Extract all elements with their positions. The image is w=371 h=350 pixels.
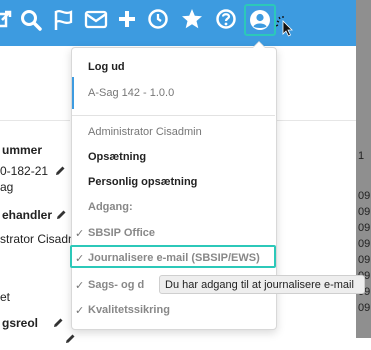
- flag-icon[interactable]: [53, 9, 75, 31]
- edit-pencil-icon[interactable]: [54, 164, 66, 182]
- field-label-handler: ehandler: [2, 208, 53, 222]
- check-icon: ✓: [75, 305, 85, 317]
- dropdown-caret: [253, 42, 265, 48]
- personal-setup-item[interactable]: Personlig opsætning: [88, 176, 197, 188]
- right-column-cell: 09: [358, 254, 371, 266]
- right-divider: [275, 120, 356, 121]
- access-header: Adgang:: [88, 201, 133, 213]
- logout-item[interactable]: Log ud: [88, 61, 125, 73]
- search-icon[interactable]: [20, 9, 42, 31]
- access-item-kvalitetssikring[interactable]: Kvalitetssikring: [88, 304, 170, 316]
- version-label: A-Sag 142 - 1.0.0: [88, 87, 175, 99]
- plus-icon[interactable]: [116, 8, 138, 30]
- field-value-number: 0-182-21: [0, 164, 49, 178]
- hover-highlight: [70, 245, 276, 268]
- right-column-cell: 09: [358, 238, 371, 250]
- field-label-number: ummer: [2, 143, 43, 157]
- edit-pencil-icon[interactable]: [52, 316, 64, 334]
- help-icon[interactable]: [215, 8, 237, 30]
- field-label-role: gsreol: [2, 316, 39, 330]
- access-item-sags[interactable]: Sags- og d: [88, 279, 144, 291]
- setup-item[interactable]: Opsætning: [88, 151, 146, 163]
- right-column-cell: 09: [358, 222, 371, 234]
- field-sub-value: ag: [0, 180, 14, 194]
- external-link-icon[interactable]: [0, 10, 12, 30]
- tooltip: Du har adgang til at journalisere e-mail: [159, 275, 365, 294]
- user-menu-highlight: [244, 4, 276, 36]
- check-icon: ✓: [75, 280, 85, 292]
- user-name-label: Administrator Cisadmin: [88, 126, 202, 138]
- mail-icon[interactable]: [84, 10, 108, 30]
- right-column-cell: 09: [358, 302, 371, 314]
- field-value-handler: strator Cisadm: [0, 232, 79, 246]
- check-icon: ✓: [75, 228, 85, 240]
- right-column-cell: 1: [358, 150, 365, 162]
- star-icon[interactable]: [180, 7, 204, 31]
- edit-pencil-icon[interactable]: [55, 208, 67, 226]
- menu-separator: [72, 115, 275, 116]
- edit-pencil-icon[interactable]: [64, 332, 76, 350]
- clock-icon[interactable]: [147, 8, 169, 30]
- access-item-sbsip-office[interactable]: SBSIP Office: [88, 227, 155, 239]
- field-value-misc: et: [0, 290, 11, 304]
- cursor-icon: [276, 16, 298, 38]
- right-column-cell: 09: [358, 206, 371, 218]
- divider: [0, 120, 70, 121]
- right-column-cell: 09: [358, 190, 371, 202]
